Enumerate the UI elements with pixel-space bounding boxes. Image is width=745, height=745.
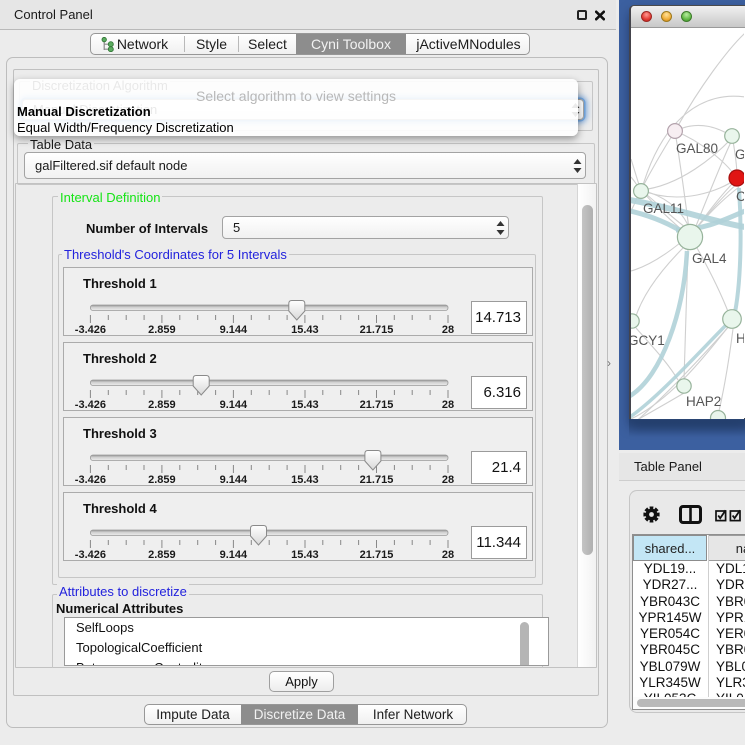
svg-text:GCY1: GCY1	[631, 333, 665, 348]
svg-text:H: H	[736, 331, 744, 346]
svg-text:HAP2: HAP2	[686, 394, 721, 409]
svg-text:GAL11: GAL11	[643, 201, 684, 216]
svg-text:GA: GA	[735, 147, 744, 162]
svg-text:GAL80: GAL80	[676, 141, 718, 156]
svg-text:GAL4: GAL4	[692, 251, 727, 266]
svg-text:C: C	[736, 189, 744, 204]
